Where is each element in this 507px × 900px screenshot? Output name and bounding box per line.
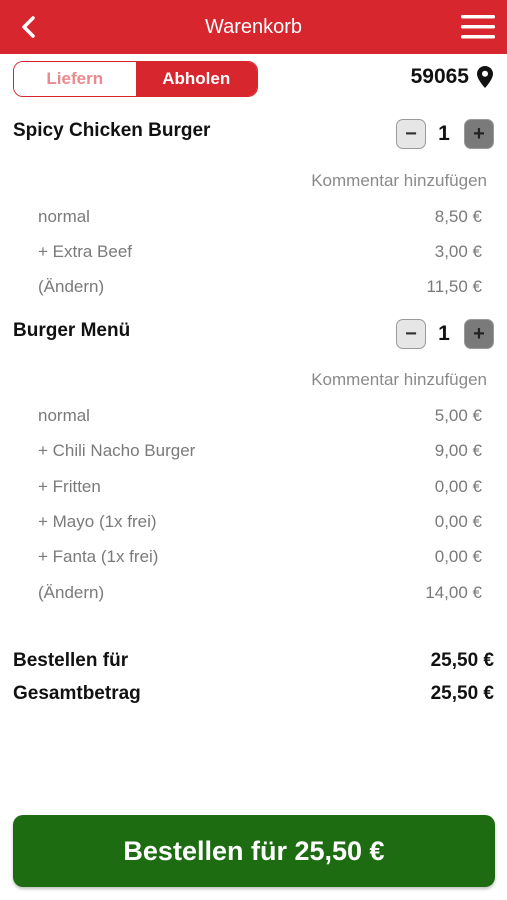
price-line: + Chili Nacho Burger 9,00 € xyxy=(38,441,482,461)
menu-button[interactable] xyxy=(461,13,495,41)
line-label: + Fanta (1x frei) xyxy=(38,547,159,566)
price-line: (Ändern) 11,50 € xyxy=(38,277,482,297)
decrease-quantity-button[interactable]: − xyxy=(396,119,426,149)
line-label: + Extra Beef xyxy=(38,242,133,261)
quantity-value: 1 xyxy=(438,122,450,145)
change-item-link[interactable]: (Ändern) xyxy=(38,583,104,603)
page-title: Warenkorb xyxy=(204,16,303,38)
delivery-mode-toggle: Liefern Abholen xyxy=(13,61,258,97)
line-price: 0,00 € xyxy=(434,547,482,566)
cart-item-name: Burger Menü xyxy=(13,320,131,341)
place-order-button[interactable]: Bestellen für 25,50 € xyxy=(13,815,495,887)
price-line: normal 8,50 € xyxy=(38,207,482,227)
line-price: 8,50 € xyxy=(434,207,482,226)
order-total-label: Bestellen für xyxy=(13,650,129,671)
quantity-value: 1 xyxy=(438,322,450,345)
line-label: + Fritten xyxy=(38,477,101,496)
grand-total-value: 25,50 € xyxy=(430,683,494,704)
item-subtotal: 14,00 € xyxy=(425,583,482,602)
price-line: + Fanta (1x frei) 0,00 € xyxy=(38,547,482,567)
grand-total-label: Gesamtbetrag xyxy=(13,683,141,704)
map-pin-icon xyxy=(477,66,493,88)
price-line: (Ändern) 14,00 € xyxy=(38,583,482,603)
pickup-option[interactable]: Abholen xyxy=(135,62,257,96)
change-item-link[interactable]: (Ändern) xyxy=(38,277,104,297)
price-line: + Extra Beef 3,00 € xyxy=(38,242,482,262)
increase-quantity-button[interactable]: + xyxy=(464,119,494,149)
hamburger-menu-icon xyxy=(461,15,495,39)
price-line: + Fritten 0,00 € xyxy=(38,477,482,497)
delivery-option[interactable]: Liefern xyxy=(14,62,136,96)
cart-item-name: Spicy Chicken Burger xyxy=(13,120,211,141)
postcode-label: 59065 xyxy=(410,65,469,88)
add-comment-link[interactable]: Kommentar hinzufügen xyxy=(311,370,487,390)
item-subtotal: 11,50 € xyxy=(426,277,482,296)
price-line: + Mayo (1x frei) 0,00 € xyxy=(38,512,482,532)
line-price: 0,00 € xyxy=(434,512,482,531)
line-price: 5,00 € xyxy=(434,406,482,425)
app-header: Warenkorb xyxy=(0,0,507,54)
minus-icon: − xyxy=(405,322,417,345)
grand-total-row: Gesamtbetrag 25,50 € xyxy=(13,683,494,705)
line-label: + Mayo (1x frei) xyxy=(38,512,157,531)
order-total-value: 25,50 € xyxy=(430,650,494,671)
location-selector[interactable]: 59065 xyxy=(411,65,493,89)
line-label: normal xyxy=(38,207,90,226)
add-comment-link[interactable]: Kommentar hinzufügen xyxy=(311,171,487,191)
plus-icon: + xyxy=(473,122,485,145)
line-price: 9,00 € xyxy=(434,441,482,460)
line-label: normal xyxy=(38,406,90,425)
minus-icon: − xyxy=(405,122,417,145)
decrease-quantity-button[interactable]: − xyxy=(396,319,426,349)
plus-icon: + xyxy=(473,322,485,345)
line-label: + Chili Nacho Burger xyxy=(38,441,196,460)
line-price: 0,00 € xyxy=(434,477,482,496)
line-price: 3,00 € xyxy=(434,242,482,261)
price-line: normal 5,00 € xyxy=(38,406,482,426)
increase-quantity-button[interactable]: + xyxy=(464,319,494,349)
order-total-row: Bestellen für 25,50 € xyxy=(13,650,494,672)
